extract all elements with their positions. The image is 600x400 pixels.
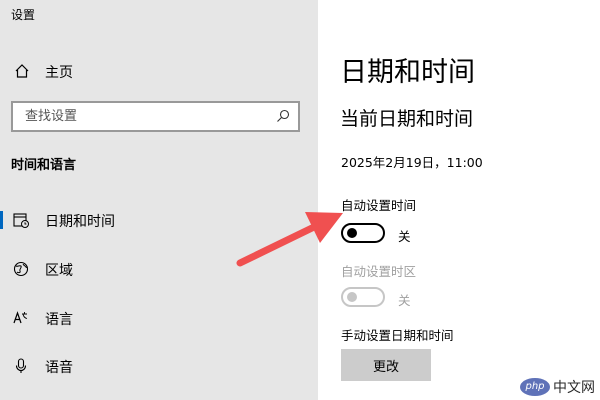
watermark-badge: php bbox=[520, 377, 550, 396]
auto-time-label: 自动设置时间 bbox=[341, 198, 417, 213]
sidebar-item-date-time[interactable]: 日期和时间 bbox=[0, 205, 318, 235]
globe-icon bbox=[13, 261, 29, 277]
change-button[interactable]: 更改 bbox=[341, 349, 431, 381]
search-input[interactable] bbox=[13, 103, 263, 130]
toggle-knob bbox=[347, 228, 357, 238]
sidebar: 设置 主页 时间和语言 日期和时间 区域 bbox=[0, 0, 318, 400]
page-title: 日期和时间 bbox=[340, 57, 475, 88]
main-content: 日期和时间 当前日期和时间 2025年2月19日，11:00 自动设置时间 关 … bbox=[318, 0, 600, 400]
auto-timezone-toggle[interactable] bbox=[341, 287, 385, 307]
calendar-clock-icon bbox=[13, 213, 29, 228]
sidebar-item-label: 主页 bbox=[45, 65, 73, 81]
sidebar-item-language[interactable]: 语言 bbox=[0, 303, 318, 333]
watermark: php 中文网 bbox=[520, 373, 600, 400]
watermark-text: 中文网 bbox=[553, 379, 595, 396]
sidebar-item-label: 语音 bbox=[45, 360, 73, 376]
sidebar-item-home[interactable]: 主页 bbox=[0, 58, 318, 84]
sidebar-item-label: 日期和时间 bbox=[45, 214, 115, 230]
section-title: 当前日期和时间 bbox=[340, 108, 474, 130]
toggle-knob bbox=[347, 292, 357, 302]
home-icon bbox=[15, 64, 29, 78]
language-icon bbox=[13, 311, 28, 324]
auto-time-state: 关 bbox=[398, 229, 411, 244]
sidebar-item-label: 语言 bbox=[45, 312, 73, 328]
sidebar-item-region[interactable]: 区域 bbox=[0, 254, 318, 284]
auto-time-toggle[interactable] bbox=[341, 223, 385, 243]
microphone-icon bbox=[15, 358, 27, 373]
search-icon[interactable] bbox=[276, 109, 290, 123]
selected-indicator bbox=[0, 211, 3, 229]
sidebar-item-speech[interactable]: 语音 bbox=[0, 351, 318, 381]
auto-timezone-state: 关 bbox=[398, 293, 411, 308]
section-header: 时间和语言 bbox=[11, 158, 77, 173]
manual-datetime-label: 手动设置日期和时间 bbox=[341, 328, 454, 343]
auto-timezone-label: 自动设置时区 bbox=[341, 264, 417, 279]
window-title: 设置 bbox=[11, 8, 36, 22]
current-datetime: 2025年2月19日，11:00 bbox=[341, 155, 483, 170]
sidebar-item-label: 区域 bbox=[45, 263, 73, 279]
search-box[interactable] bbox=[11, 101, 300, 132]
